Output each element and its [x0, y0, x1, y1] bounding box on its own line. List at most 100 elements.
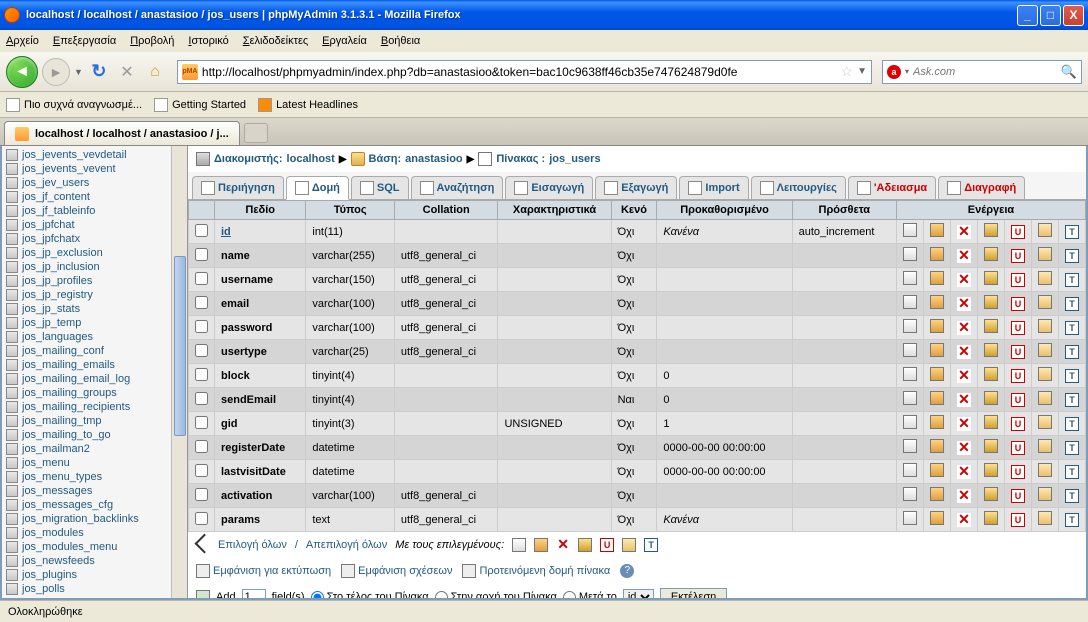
action-unique-icon[interactable]: U	[1011, 297, 1025, 311]
action-edit-icon[interactable]	[930, 319, 944, 333]
action-browse-icon[interactable]	[903, 487, 917, 501]
action-index-icon[interactable]	[1038, 343, 1052, 357]
sidebar-scroll-thumb[interactable]	[174, 256, 186, 436]
action-edit-icon[interactable]	[930, 487, 944, 501]
radio-at-begin-input[interactable]	[435, 591, 448, 599]
sidebar-table-jos_mailing_recipients[interactable]: jos_mailing_recipients	[2, 400, 187, 414]
go-button[interactable]: Εκτέλεση	[660, 588, 727, 598]
action-primary-icon[interactable]	[984, 391, 998, 405]
bookmark-latest-headlines[interactable]: Latest Headlines	[258, 98, 358, 112]
action-edit-icon[interactable]	[930, 511, 944, 525]
action-fulltext-icon[interactable]: T	[1065, 513, 1079, 527]
relation-view-link[interactable]: Εμφάνιση σχέσεων	[341, 564, 452, 578]
action-browse-icon[interactable]	[903, 415, 917, 429]
sidebar-table-jos_jp_temp[interactable]: jos_jp_temp	[2, 316, 187, 330]
action-primary-icon[interactable]	[984, 295, 998, 309]
action-unique-icon[interactable]: U	[1011, 465, 1025, 479]
tab-sql[interactable]: SQL	[351, 176, 409, 199]
url-bar[interactable]: pMA ☆ ▼	[177, 60, 872, 84]
url-input[interactable]	[202, 65, 837, 79]
action-browse-icon[interactable]	[903, 223, 917, 237]
sidebar-table-jos_mailing_groups[interactable]: jos_mailing_groups	[2, 386, 187, 400]
tab-insert[interactable]: Εισαγωγή	[505, 176, 593, 199]
breadcrumb-table[interactable]: jos_users	[549, 153, 600, 165]
action-browse-icon[interactable]	[903, 343, 917, 357]
action-primary-icon[interactable]	[984, 223, 998, 237]
sidebar-table-jos_jpfchatx[interactable]: jos_jpfchatx	[2, 232, 187, 246]
minimize-button[interactable]: _	[1017, 5, 1038, 26]
menu-Σελιδοδείκτες[interactable]: Σελιδοδείκτες	[243, 35, 308, 47]
search-engine-dropdown-icon[interactable]: ▾	[905, 67, 909, 76]
tab-export[interactable]: Εξαγωγή	[595, 176, 677, 199]
action-unique-icon[interactable]: U	[1011, 393, 1025, 407]
menu-Βοήθεια[interactable]: Βοήθεια	[381, 35, 420, 47]
action-index-icon[interactable]	[1038, 271, 1052, 285]
action-drop-icon[interactable]: ✕	[957, 321, 971, 335]
action-drop-icon[interactable]: ✕	[957, 249, 971, 263]
sidebar-table-jos_mailman2[interactable]: jos_mailman2	[2, 442, 187, 456]
action-fulltext-icon[interactable]: T	[1065, 417, 1079, 431]
radio-at-end[interactable]: Στο τέλος του Πίνακα	[311, 591, 429, 599]
action-unique-icon[interactable]: U	[1011, 273, 1025, 287]
row-checkbox[interactable]	[195, 368, 208, 381]
row-checkbox[interactable]	[195, 272, 208, 285]
search-input[interactable]	[913, 66, 1061, 78]
sidebar-table-jos_mailing_emails[interactable]: jos_mailing_emails	[2, 358, 187, 372]
action-primary-icon[interactable]	[984, 415, 998, 429]
action-unique-icon[interactable]: U	[1011, 489, 1025, 503]
action-fulltext-icon[interactable]: T	[1065, 321, 1079, 335]
sidebar-table-jos_jp_profiles[interactable]: jos_jp_profiles	[2, 274, 187, 288]
action-drop-icon[interactable]: ✕	[957, 369, 971, 383]
tab-browse[interactable]: Περιήγηση	[192, 176, 284, 199]
action-edit-icon[interactable]	[930, 439, 944, 453]
action-browse-icon[interactable]	[903, 439, 917, 453]
action-edit-icon[interactable]	[930, 247, 944, 261]
action-drop-icon[interactable]: ✕	[957, 417, 971, 431]
action-edit-icon[interactable]	[930, 271, 944, 285]
action-primary-icon[interactable]	[984, 319, 998, 333]
new-tab-button[interactable]	[244, 123, 268, 143]
breadcrumb-server[interactable]: localhost	[287, 153, 335, 165]
radio-after-input[interactable]	[563, 591, 576, 599]
uncheck-all-link[interactable]: Απεπιλογή όλων	[306, 539, 387, 551]
action-browse-icon[interactable]	[903, 271, 917, 285]
action-drop-icon[interactable]: ✕	[957, 441, 971, 455]
bookmark-star-icon[interactable]: ☆	[841, 63, 854, 80]
action-fulltext-icon[interactable]: T	[1065, 465, 1079, 479]
action-unique-icon[interactable]: U	[1011, 345, 1025, 359]
after-field-select[interactable]: id	[623, 589, 654, 598]
reload-button[interactable]: ↻	[87, 60, 111, 84]
action-index-icon[interactable]	[1038, 463, 1052, 477]
row-checkbox[interactable]	[195, 224, 208, 237]
action-index-icon[interactable]	[1038, 415, 1052, 429]
action-drop-icon[interactable]: ✕	[957, 345, 971, 359]
action-browse-icon[interactable]	[903, 511, 917, 525]
action-drop-icon[interactable]: ✕	[957, 273, 971, 287]
action-drop-icon[interactable]: ✕	[957, 393, 971, 407]
propose-structure-link[interactable]: Προτεινόμενη δομή πίνακα	[462, 564, 610, 578]
action-primary-icon[interactable]	[984, 463, 998, 477]
sidebar-table-jos_jevents_vevent[interactable]: jos_jevents_vevent	[2, 162, 187, 176]
sidebar-table-jos_mailing_tmp[interactable]: jos_mailing_tmp	[2, 414, 187, 428]
action-index-icon[interactable]	[1038, 439, 1052, 453]
row-checkbox[interactable]	[195, 392, 208, 405]
action-index-icon[interactable]	[1038, 247, 1052, 261]
sidebar-table-jos_jf_content[interactable]: jos_jf_content	[2, 190, 187, 204]
sidebar-table-jos_jp_exclusion[interactable]: jos_jp_exclusion	[2, 246, 187, 260]
row-checkbox[interactable]	[195, 488, 208, 501]
action-unique-icon[interactable]: U	[1011, 417, 1025, 431]
action-browse-icon[interactable]	[903, 319, 917, 333]
radio-at-begin[interactable]: Στην αρχή του Πίνακα	[435, 591, 557, 599]
action-drop-icon[interactable]: ✕	[957, 465, 971, 479]
ask-engine-icon[interactable]: a	[887, 65, 901, 79]
action-primary-icon[interactable]	[984, 487, 998, 501]
sidebar-table-jos_jpfchat[interactable]: jos_jpfchat	[2, 218, 187, 232]
stop-button[interactable]: ✕	[115, 60, 139, 84]
action-primary-icon[interactable]	[984, 511, 998, 525]
sidebar-table-jos_modules_menu[interactable]: jos_modules_menu	[2, 540, 187, 554]
row-checkbox[interactable]	[195, 296, 208, 309]
action-unique-icon[interactable]: U	[1011, 249, 1025, 263]
radio-at-end-input[interactable]	[311, 591, 324, 599]
action-drop-icon[interactable]: ✕	[957, 489, 971, 503]
row-checkbox[interactable]	[195, 440, 208, 453]
